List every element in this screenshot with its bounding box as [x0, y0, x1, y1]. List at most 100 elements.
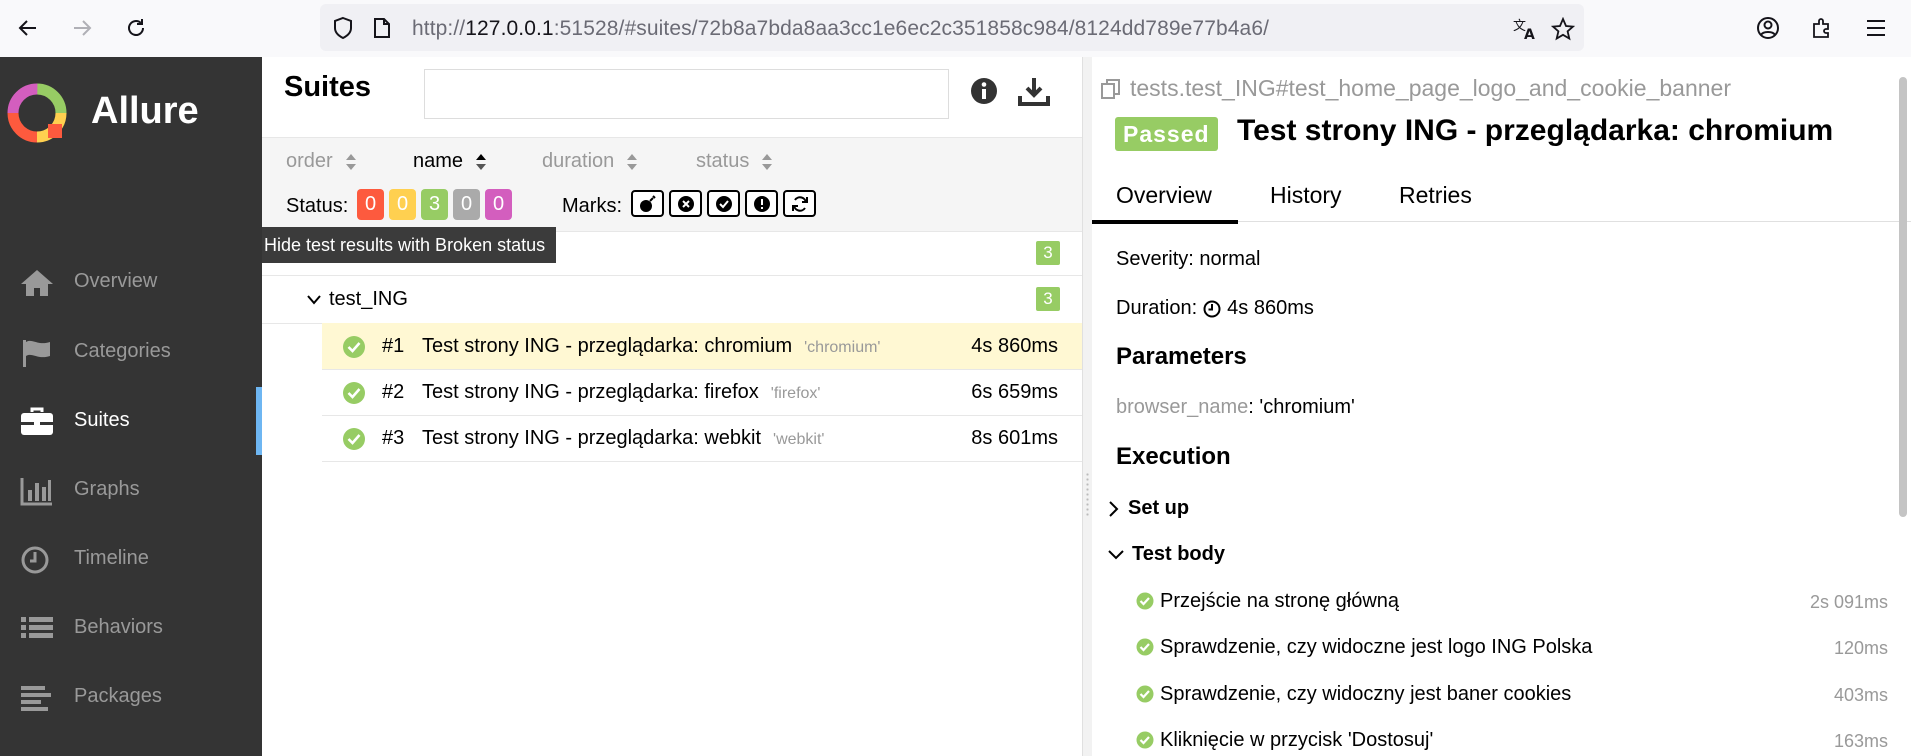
- refresh-icon: [791, 195, 808, 212]
- sidebar-item-packages[interactable]: Packages: [0, 663, 262, 731]
- tab-retries[interactable]: Retries: [1399, 182, 1472, 221]
- star-icon: [1551, 17, 1575, 41]
- sidebar-item-label: Behaviors: [74, 616, 163, 638]
- step-row[interactable]: Przejście na stronę główną 2s 091ms: [1136, 582, 1888, 622]
- briefcase-icon: [20, 407, 54, 437]
- translate-icon: 文A: [1513, 19, 1535, 41]
- check-circle-icon: [343, 382, 365, 404]
- mark-new-failed-toggle[interactable]: [669, 190, 702, 217]
- sidebar-item-suites[interactable]: Suites: [0, 387, 262, 455]
- chevron-down-icon: [1108, 549, 1124, 559]
- shield-icon[interactable]: [332, 16, 354, 40]
- test-body-toggle[interactable]: Test body: [1108, 543, 1225, 566]
- sidebar-item-label: Timeline: [74, 547, 149, 569]
- test-duration: 6s 659ms: [971, 381, 1058, 403]
- mark-retries-toggle[interactable]: [783, 190, 816, 217]
- test-row[interactable]: #3 Test strony ING - przeglądarka: webki…: [322, 415, 1082, 462]
- drag-handle-icon: [1085, 472, 1090, 516]
- back-button[interactable]: [10, 10, 46, 46]
- status-failed-toggle[interactable]: 0: [357, 189, 384, 220]
- url-text[interactable]: http://127.0.0.1:51528/#suites/72b8a7bda…: [412, 17, 1269, 41]
- account-button[interactable]: [1750, 10, 1786, 46]
- page-info-icon[interactable]: [372, 17, 392, 39]
- check-circle-icon: [715, 195, 732, 212]
- tooltip: Hide test results with Broken status: [262, 227, 556, 263]
- test-number: #3: [382, 427, 405, 449]
- sidebar-item-label: Overview: [74, 270, 158, 292]
- check-circle-icon: [1136, 638, 1154, 656]
- parameter-row: browser_name: 'chromium': [1116, 396, 1355, 419]
- sidebar-item-timeline[interactable]: Timeline: [0, 525, 262, 593]
- check-circle-icon: [1136, 592, 1154, 610]
- test-number: #1: [382, 335, 405, 357]
- bar-chart-icon: [20, 476, 54, 506]
- tab-history[interactable]: History: [1270, 182, 1342, 221]
- sort-name[interactable]: name: [413, 150, 487, 173]
- browser-toolbar: http://127.0.0.1:51528/#suites/72b8a7bda…: [0, 0, 1911, 58]
- mark-flaky-toggle[interactable]: [631, 190, 664, 217]
- status-unknown-toggle[interactable]: 0: [485, 189, 512, 220]
- hamburger-icon: [1867, 20, 1885, 36]
- home-icon: [20, 268, 54, 298]
- test-detail-pane: tests.test_ING#test_home_page_logo_and_c…: [1092, 57, 1911, 756]
- sidebar-item-behaviors[interactable]: Behaviors: [0, 594, 262, 662]
- status-broken-toggle[interactable]: 0: [389, 189, 416, 220]
- group-count-badge: 3: [1036, 241, 1060, 265]
- download-button[interactable]: [1018, 75, 1050, 107]
- step-name: Sprawdzenie, czy widoczne jest logo ING …: [1160, 636, 1593, 658]
- test-row[interactable]: #1 Test strony ING - przeglądarka: chrom…: [322, 323, 1082, 370]
- step-name: Kliknięcie w przycisk 'Dostosuj': [1160, 729, 1434, 751]
- reload-button[interactable]: [118, 10, 154, 46]
- brand-name: Allure: [91, 90, 199, 132]
- tree-group-test-ing[interactable]: test_ING 3: [262, 275, 1082, 324]
- check-circle-icon: [1136, 685, 1154, 703]
- forward-button[interactable]: [64, 10, 100, 46]
- sidebar-item-overview[interactable]: Overview: [0, 248, 262, 316]
- sidebar-item-categories[interactable]: Categories: [0, 318, 262, 386]
- sort-status[interactable]: status: [696, 150, 773, 173]
- sidebar-item-label: Packages: [74, 685, 162, 707]
- step-row[interactable]: Kliknięcie w przycisk 'Dostosuj' 163ms: [1136, 721, 1888, 756]
- test-row[interactable]: #2 Test strony ING - przeglądarka: firef…: [322, 369, 1082, 416]
- address-bar[interactable]: http://127.0.0.1:51528/#suites/72b8a7bda…: [320, 4, 1584, 51]
- download-icon: [1018, 78, 1050, 106]
- tab-overview[interactable]: Overview: [1092, 182, 1238, 224]
- step-name: Sprawdzenie, czy widoczny jest baner coo…: [1160, 683, 1572, 705]
- test-fullname[interactable]: tests.test_ING#test_home_page_logo_and_c…: [1100, 75, 1731, 102]
- sort-duration[interactable]: duration: [542, 150, 638, 173]
- check-circle-icon: [343, 336, 365, 358]
- setup-toggle[interactable]: Set up: [1108, 497, 1189, 520]
- test-name: Test strony ING - przeglądarka: chromium…: [422, 335, 881, 357]
- severity: Severity: normal: [1116, 248, 1261, 270]
- status-skipped-toggle[interactable]: 0: [453, 189, 480, 220]
- search-input[interactable]: [424, 69, 949, 119]
- extensions-button[interactable]: [1804, 10, 1840, 46]
- test-param: 'chromium': [804, 339, 881, 356]
- sort-icon: [762, 153, 773, 170]
- mark-new-passed-toggle[interactable]: [707, 190, 740, 217]
- step-duration: 120ms: [1833, 638, 1888, 658]
- suites-pane: Suites order name duration status Status…: [262, 57, 1082, 756]
- step-row[interactable]: Sprawdzenie, czy widoczny jest baner coo…: [1136, 675, 1888, 715]
- svg-text:A: A: [1524, 27, 1535, 41]
- flag-icon: [20, 338, 54, 368]
- parameter-value: : 'chromium': [1248, 396, 1355, 418]
- scrollbar[interactable]: [1899, 77, 1907, 517]
- check-circle-icon: [343, 428, 365, 450]
- parameters-heading: Parameters: [1116, 343, 1247, 370]
- sort-icon: [627, 153, 638, 170]
- detail-tabs: Overview History Retries: [1092, 172, 1911, 224]
- sidebar-item-label: Graphs: [74, 478, 140, 500]
- bookmark-button[interactable]: [1548, 14, 1578, 44]
- sort-order[interactable]: order: [286, 150, 357, 173]
- translate-button[interactable]: 文A: [1510, 14, 1540, 44]
- info-button[interactable]: [968, 75, 1000, 107]
- status-passed-toggle[interactable]: 3: [421, 189, 448, 220]
- menu-button[interactable]: [1858, 10, 1894, 46]
- allure-logo[interactable]: [6, 82, 68, 144]
- mark-new-broken-toggle[interactable]: [745, 190, 778, 217]
- step-row[interactable]: Sprawdzenie, czy widoczne jest logo ING …: [1136, 628, 1888, 668]
- check-circle-icon: [1136, 731, 1154, 749]
- sidebar-item-graphs[interactable]: Graphs: [0, 456, 262, 524]
- status-filter-bar: Status: 0 0 3 0 0 Marks:: [262, 181, 1082, 232]
